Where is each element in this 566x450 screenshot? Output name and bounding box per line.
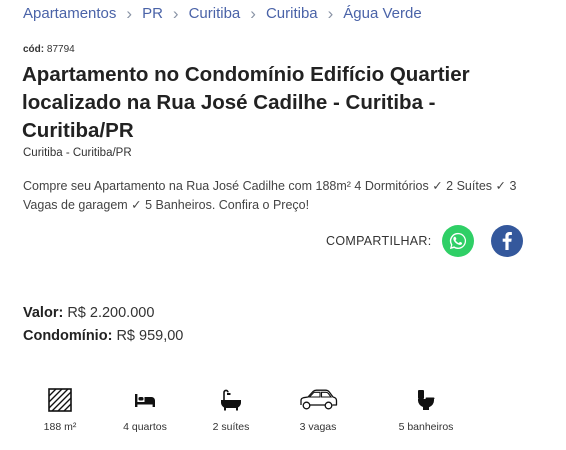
feature-suites-label: 2 suítes	[212, 421, 250, 433]
feature-bathrooms-label: 5 banheiros	[398, 421, 454, 433]
facebook-share-button[interactable]	[490, 225, 523, 257]
breadcrumb: Apartamentos › PR › Curitiba › Curitiba …	[23, 5, 422, 22]
car-icon	[300, 389, 338, 410]
breadcrumb-apartamentos[interactable]: Apartamentos	[23, 5, 116, 22]
feature-parking-label: 3 vagas	[299, 421, 337, 433]
condo-fee-value: R$ 959,00	[116, 328, 184, 344]
feature-bathrooms: 5 banheiros	[390, 385, 462, 433]
breadcrumb-state[interactable]: PR	[142, 5, 163, 22]
feature-area: 188 m²	[37, 385, 83, 433]
condo-fee-label: Condomínio:	[23, 328, 113, 344]
area-icon	[48, 388, 72, 412]
price-value: R$ 2.200.000	[67, 305, 155, 321]
page-title: Apartamento no Condomínio Edifício Quart…	[22, 63, 470, 142]
feature-bedrooms-label: 4 quartos	[123, 421, 167, 433]
feature-area-label: 188 m²	[43, 421, 77, 433]
property-code: cód: 87794	[23, 44, 75, 55]
share-label: COMPARTILHAR:	[326, 234, 432, 248]
feature-bedrooms: 4 quartos	[115, 385, 175, 433]
breadcrumb-city[interactable]: Curitiba	[266, 5, 318, 22]
facebook-icon	[502, 232, 512, 250]
price-row: Valor: R$ 2.200.000	[23, 305, 154, 321]
price-label: Valor:	[23, 305, 64, 321]
chevron-right-icon: ›	[250, 4, 256, 23]
share-bar: COMPARTILHAR:	[326, 225, 523, 257]
bathtub-icon	[221, 389, 241, 411]
property-code-label: cód:	[23, 44, 45, 55]
condo-fee-row: Condomínio: R$ 959,00	[23, 328, 183, 344]
property-code-value: 87794	[46, 44, 75, 55]
whatsapp-share-button[interactable]	[441, 225, 474, 257]
chevron-right-icon: ›	[327, 4, 334, 23]
feature-suites: 2 suítes	[204, 385, 258, 433]
toilet-icon	[418, 390, 435, 410]
chevron-right-icon: ›	[126, 4, 133, 23]
chevron-right-icon: ›	[172, 4, 179, 23]
feature-parking: 3 vagas	[288, 385, 348, 433]
whatsapp-icon	[449, 232, 466, 250]
description-text: Compre seu Apartamento na Rua José Cadil…	[23, 179, 517, 212]
breadcrumb-neighborhood[interactable]: Água Verde	[343, 5, 421, 22]
location-text: Curitiba - Curitiba/PR	[23, 147, 132, 159]
breadcrumb-region[interactable]: Curitiba	[189, 5, 241, 22]
bed-icon	[135, 394, 155, 407]
